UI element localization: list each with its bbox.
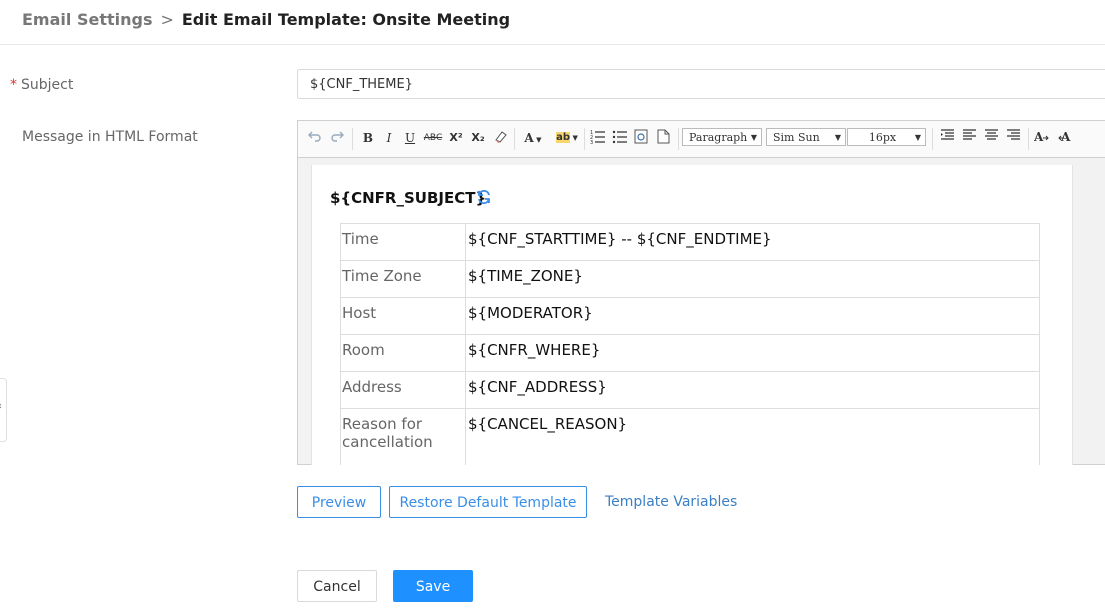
- toolbar-divider: [1028, 128, 1029, 150]
- message-label: Message in HTML Format: [22, 129, 198, 145]
- toolbar-divider: [352, 128, 353, 150]
- superscript-button[interactable]: X²: [446, 129, 466, 147]
- font-family-value: Sim Sun: [773, 131, 820, 144]
- insert-link-icon[interactable]: [632, 129, 650, 147]
- table-row: Time ${CNF_STARTTIME} -- ${CNF_ENDTIME}: [340, 223, 1040, 261]
- room-label: Room: [340, 334, 466, 372]
- eraser-icon[interactable]: [491, 129, 509, 147]
- editor-toolbar: B I U ABC X² X₂ A ▼ ab ▼ 123 Paragraph ▼ …: [298, 121, 1105, 158]
- page-title: Edit Email Template: Onsite Meeting: [181, 10, 511, 29]
- toolbar-divider: [584, 128, 585, 150]
- page-header: Email Settings > Edit Email Template: Onsi…: [0, 0, 1105, 45]
- unordered-list-icon[interactable]: [610, 129, 628, 147]
- chevron-down-icon: ▼: [750, 133, 757, 142]
- subject-label: * Subject: [10, 77, 73, 93]
- meeting-info-table: Time ${CNF_STARTTIME} -- ${CNF_ENDTIME} …: [340, 223, 1040, 465]
- toolbar-divider: [514, 128, 515, 150]
- subject-label-text: Subject: [21, 77, 74, 93]
- table-row: Time Zone ${TIME_ZONE}: [340, 260, 1040, 298]
- preview-button[interactable]: Preview: [297, 486, 381, 518]
- underline-button[interactable]: U: [402, 129, 418, 147]
- time-label: Time: [340, 223, 466, 261]
- rich-text-editor[interactable]: B I U ABC X² X₂ A ▼ ab ▼ 123 Paragraph ▼ …: [297, 120, 1105, 465]
- cancel-reason-value: ${CANCEL_REASON}: [465, 408, 1040, 465]
- table-row: Room ${CNFR_WHERE}: [340, 334, 1040, 372]
- chevron-down-icon: ▼: [914, 133, 921, 142]
- side-panel-toggle[interactable]: ‹: [0, 378, 7, 442]
- template-variables-link[interactable]: Template Variables: [605, 494, 737, 510]
- highlight-label: ab: [556, 132, 571, 143]
- svg-text:A: A: [1060, 130, 1071, 144]
- align-left-icon[interactable]: [960, 129, 978, 147]
- time-zone-value: ${TIME_ZONE}: [465, 260, 1040, 298]
- document-icon[interactable]: [654, 129, 672, 147]
- restore-default-template-button[interactable]: Restore Default Template: [389, 486, 587, 518]
- breadcrumb: Email Settings > Edit Email Template: Onsi…: [22, 10, 510, 29]
- host-value: ${MODERATOR}: [465, 297, 1040, 335]
- svg-text:A: A: [1034, 130, 1044, 144]
- font-color-button[interactable]: A ▼: [522, 129, 544, 147]
- strikethrough-button[interactable]: ABC: [422, 129, 444, 147]
- time-zone-label: Time Zone: [340, 260, 466, 298]
- undo-icon[interactable]: [306, 129, 324, 147]
- align-center-icon[interactable]: [982, 129, 1000, 147]
- font-family-select[interactable]: Sim Sun ▼: [766, 128, 846, 146]
- document-title: ${CNFR_SUBJECT}: [330, 189, 487, 207]
- font-size-value: 16px: [868, 131, 897, 144]
- toolbar-divider: [932, 128, 933, 150]
- time-value: ${CNF_STARTTIME} -- ${CNF_ENDTIME}: [465, 223, 1040, 261]
- redo-icon[interactable]: [328, 129, 346, 147]
- table-row: Address ${CNF_ADDRESS}: [340, 371, 1040, 409]
- font-color-label: A: [524, 131, 534, 145]
- breadcrumb-separator: >: [160, 10, 174, 29]
- breadcrumb-email-settings[interactable]: Email Settings: [22, 10, 152, 29]
- bold-button[interactable]: B: [360, 129, 376, 147]
- toolbar-divider: [678, 128, 679, 150]
- required-mark: *: [10, 77, 17, 93]
- cancel-reason-label: Reason for cancellation: [340, 408, 466, 465]
- editor-content[interactable]: ${CNFR_SUBJECT} Time ${CNF_STARTTIME} --…: [311, 165, 1073, 465]
- chevron-down-icon: ▼: [834, 133, 841, 142]
- text-direction-rtl-icon[interactable]: A: [1056, 129, 1074, 147]
- italic-button[interactable]: I: [382, 129, 396, 147]
- save-button[interactable]: Save: [393, 570, 473, 602]
- host-label: Host: [340, 297, 466, 335]
- room-value: ${CNFR_WHERE}: [465, 334, 1040, 372]
- table-row: Host ${MODERATOR}: [340, 297, 1040, 335]
- text-direction-ltr-icon[interactable]: A: [1032, 129, 1050, 147]
- refresh-icon: [476, 189, 492, 209]
- paragraph-format-value: Paragraph: [689, 131, 748, 144]
- paragraph-format-select[interactable]: Paragraph ▼: [682, 128, 762, 146]
- subscript-button[interactable]: X₂: [468, 129, 488, 147]
- subject-input[interactable]: [297, 69, 1105, 99]
- svg-text:3: 3: [590, 140, 593, 144]
- font-size-select[interactable]: 16px ▼: [847, 128, 926, 146]
- chevron-left-icon: ‹: [0, 401, 2, 412]
- table-row: Reason for cancellation ${CANCEL_REASON}: [340, 408, 1040, 465]
- address-value: ${CNF_ADDRESS}: [465, 371, 1040, 409]
- align-indent-icon[interactable]: [938, 129, 956, 147]
- highlight-color-button[interactable]: ab ▼: [554, 129, 580, 147]
- address-label: Address: [340, 371, 466, 409]
- ordered-list-icon[interactable]: 123: [588, 129, 606, 147]
- cancel-button[interactable]: Cancel: [297, 570, 377, 602]
- align-right-icon[interactable]: [1004, 129, 1022, 147]
